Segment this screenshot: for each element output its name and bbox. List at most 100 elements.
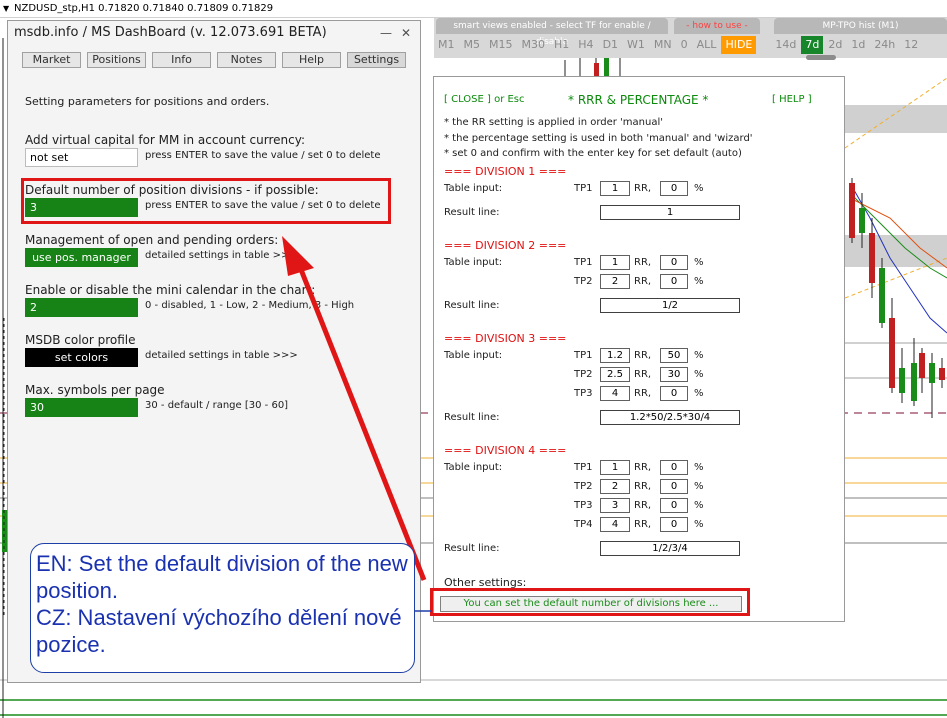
tf-button-24h[interactable]: 24h <box>870 36 899 54</box>
result-line-value: 1/2 <box>600 298 740 313</box>
rrr-percentage-panel: [ CLOSE ] or Esc * RRR & PERCENTAGE * [ … <box>433 76 845 622</box>
mini-calendar-hint: 0 - disabled, 1 - Low, 2 - Medium, 3 - H… <box>145 300 355 311</box>
mini-calendar-input[interactable]: 2 <box>25 298 138 317</box>
tp-label: TP1 <box>574 350 593 361</box>
tf-button-m1[interactable]: M1 <box>434 36 459 54</box>
division-title: === DIVISION 3 === <box>444 332 567 345</box>
tab-help[interactable]: Help <box>282 52 341 68</box>
rrr-close-button[interactable]: [ CLOSE ] or Esc <box>444 94 525 105</box>
color-profile-label: MSDB color profile <box>25 333 136 347</box>
zone-band <box>845 105 947 133</box>
rr-input[interactable]: 2 <box>600 274 630 289</box>
rr-input[interactable]: 2 <box>600 479 630 494</box>
percent-label: % <box>694 481 704 492</box>
rr-label: RR, <box>634 388 652 399</box>
tf-button-0[interactable]: 0 <box>677 36 692 54</box>
result-line-value: 1/2/3/4 <box>600 541 740 556</box>
rr-input[interactable]: 2.5 <box>600 367 630 382</box>
percent-label: % <box>694 500 704 511</box>
rr-label: RR, <box>634 500 652 511</box>
close-icon[interactable]: ✕ <box>401 21 411 45</box>
percent-input[interactable]: 30 <box>660 367 688 382</box>
percent-input[interactable]: 0 <box>660 498 688 513</box>
tf-button-all[interactable]: ALL <box>693 36 721 54</box>
tf-button-mn[interactable]: MN <box>650 36 676 54</box>
order-management-hint: detailed settings in table >>> <box>145 250 298 261</box>
tab-settings[interactable]: Settings <box>347 52 406 68</box>
tf-button-d1[interactable]: D1 <box>599 36 622 54</box>
stage: ▼ NZDUSD_stp,H1 0.71820 0.71840 0.71809 … <box>0 0 947 718</box>
percent-label: % <box>694 462 704 473</box>
zone-band <box>845 235 947 267</box>
percent-input[interactable]: 0 <box>660 460 688 475</box>
tf-button-h4[interactable]: H4 <box>574 36 597 54</box>
virtual-capital-input[interactable]: not set <box>25 148 138 167</box>
tf-button-m5[interactable]: M5 <box>460 36 485 54</box>
tp-label: TP1 <box>574 257 593 268</box>
result-line-label: Result line: <box>444 412 500 423</box>
percent-label: % <box>694 276 704 287</box>
tp-label: TP1 <box>574 183 593 194</box>
tf-button-14d[interactable]: 14d <box>771 36 800 54</box>
percent-input[interactable]: 0 <box>660 274 688 289</box>
tab-info[interactable]: Info <box>152 52 211 68</box>
minimize-icon[interactable]: — <box>380 21 392 45</box>
dashboard-title: msdb.info / MS DashBoard (v. 12.073.691 … <box>14 25 327 40</box>
tf-button-1d[interactable]: 1d <box>847 36 869 54</box>
percent-input[interactable]: 50 <box>660 348 688 363</box>
rr-input[interactable]: 1 <box>600 181 630 196</box>
chart-title-bar: ▼ NZDUSD_stp,H1 0.71820 0.71840 0.71809 … <box>0 0 947 18</box>
callout-cz: CZ: Nastavení výchozího dělení nové pozi… <box>36 605 402 657</box>
tf-button-12[interactable]: 12 <box>900 36 922 54</box>
dashboard-tabs: Market Positions Info Notes Help Setting… <box>22 52 412 68</box>
smart-views-header: smart views enabled - select TF for enab… <box>436 18 668 47</box>
pos-manager-button[interactable]: use pos. manager <box>25 248 138 267</box>
rr-input[interactable]: 3 <box>600 498 630 513</box>
percent-input[interactable]: 0 <box>660 181 688 196</box>
tab-notes[interactable]: Notes <box>217 52 276 68</box>
tf-button-h1[interactable]: H1 <box>550 36 573 54</box>
percent-label: % <box>694 388 704 399</box>
rr-input[interactable]: 1 <box>600 460 630 475</box>
rr-input[interactable]: 4 <box>600 517 630 532</box>
division-title: === DIVISION 4 === <box>444 444 567 457</box>
rr-input[interactable]: 4 <box>600 386 630 401</box>
rr-input[interactable]: 1.2 <box>600 348 630 363</box>
max-symbols-label: Max. symbols per page <box>25 383 165 397</box>
tf-button-2d[interactable]: 2d <box>824 36 846 54</box>
tf-button-m30[interactable]: M30 <box>518 36 550 54</box>
rr-input[interactable]: 1 <box>600 255 630 270</box>
candles <box>849 178 945 418</box>
how-to-use-link[interactable]: - how to use - <box>674 18 760 34</box>
division-title: === DIVISION 1 === <box>444 165 567 178</box>
result-line-label: Result line: <box>444 300 500 311</box>
table-input-label: Table input: <box>444 350 503 361</box>
chart-menu-icon[interactable]: ▼ <box>3 0 9 18</box>
percent-input[interactable]: 0 <box>660 517 688 532</box>
max-symbols-input[interactable]: 30 <box>25 398 138 417</box>
percent-input[interactable]: 0 <box>660 479 688 494</box>
tf-button-7d[interactable]: 7d <box>801 36 824 54</box>
set-colors-button[interactable]: set colors <box>25 348 138 367</box>
mp-tpo-header: MP-TPO hist (M1) <box>774 18 947 34</box>
tf-button-w1[interactable]: W1 <box>623 36 649 54</box>
table-input-label: Table input: <box>444 183 503 194</box>
tp-label: TP4 <box>574 519 593 530</box>
rr-label: RR, <box>634 369 652 380</box>
tab-positions[interactable]: Positions <box>87 52 146 68</box>
percent-label: % <box>694 519 704 530</box>
percent-label: % <box>694 257 704 268</box>
tf-button-hide[interactable]: HIDE <box>721 36 757 54</box>
percent-input[interactable]: 0 <box>660 255 688 270</box>
max-symbols-hint: 30 - default / range [30 - 60] <box>145 400 289 411</box>
result-line-value: 1 <box>600 205 740 220</box>
rr-label: RR, <box>634 481 652 492</box>
percent-label: % <box>694 350 704 361</box>
percent-input[interactable]: 0 <box>660 386 688 401</box>
tab-market[interactable]: Market <box>22 52 81 68</box>
tpo-slider-handle[interactable] <box>806 55 836 60</box>
tf-button-m15[interactable]: M15 <box>485 36 517 54</box>
tp-label: TP2 <box>574 481 593 492</box>
rrr-help-button[interactable]: [ HELP ] <box>772 94 812 105</box>
settings-intro: Setting parameters for positions and ord… <box>25 95 270 108</box>
